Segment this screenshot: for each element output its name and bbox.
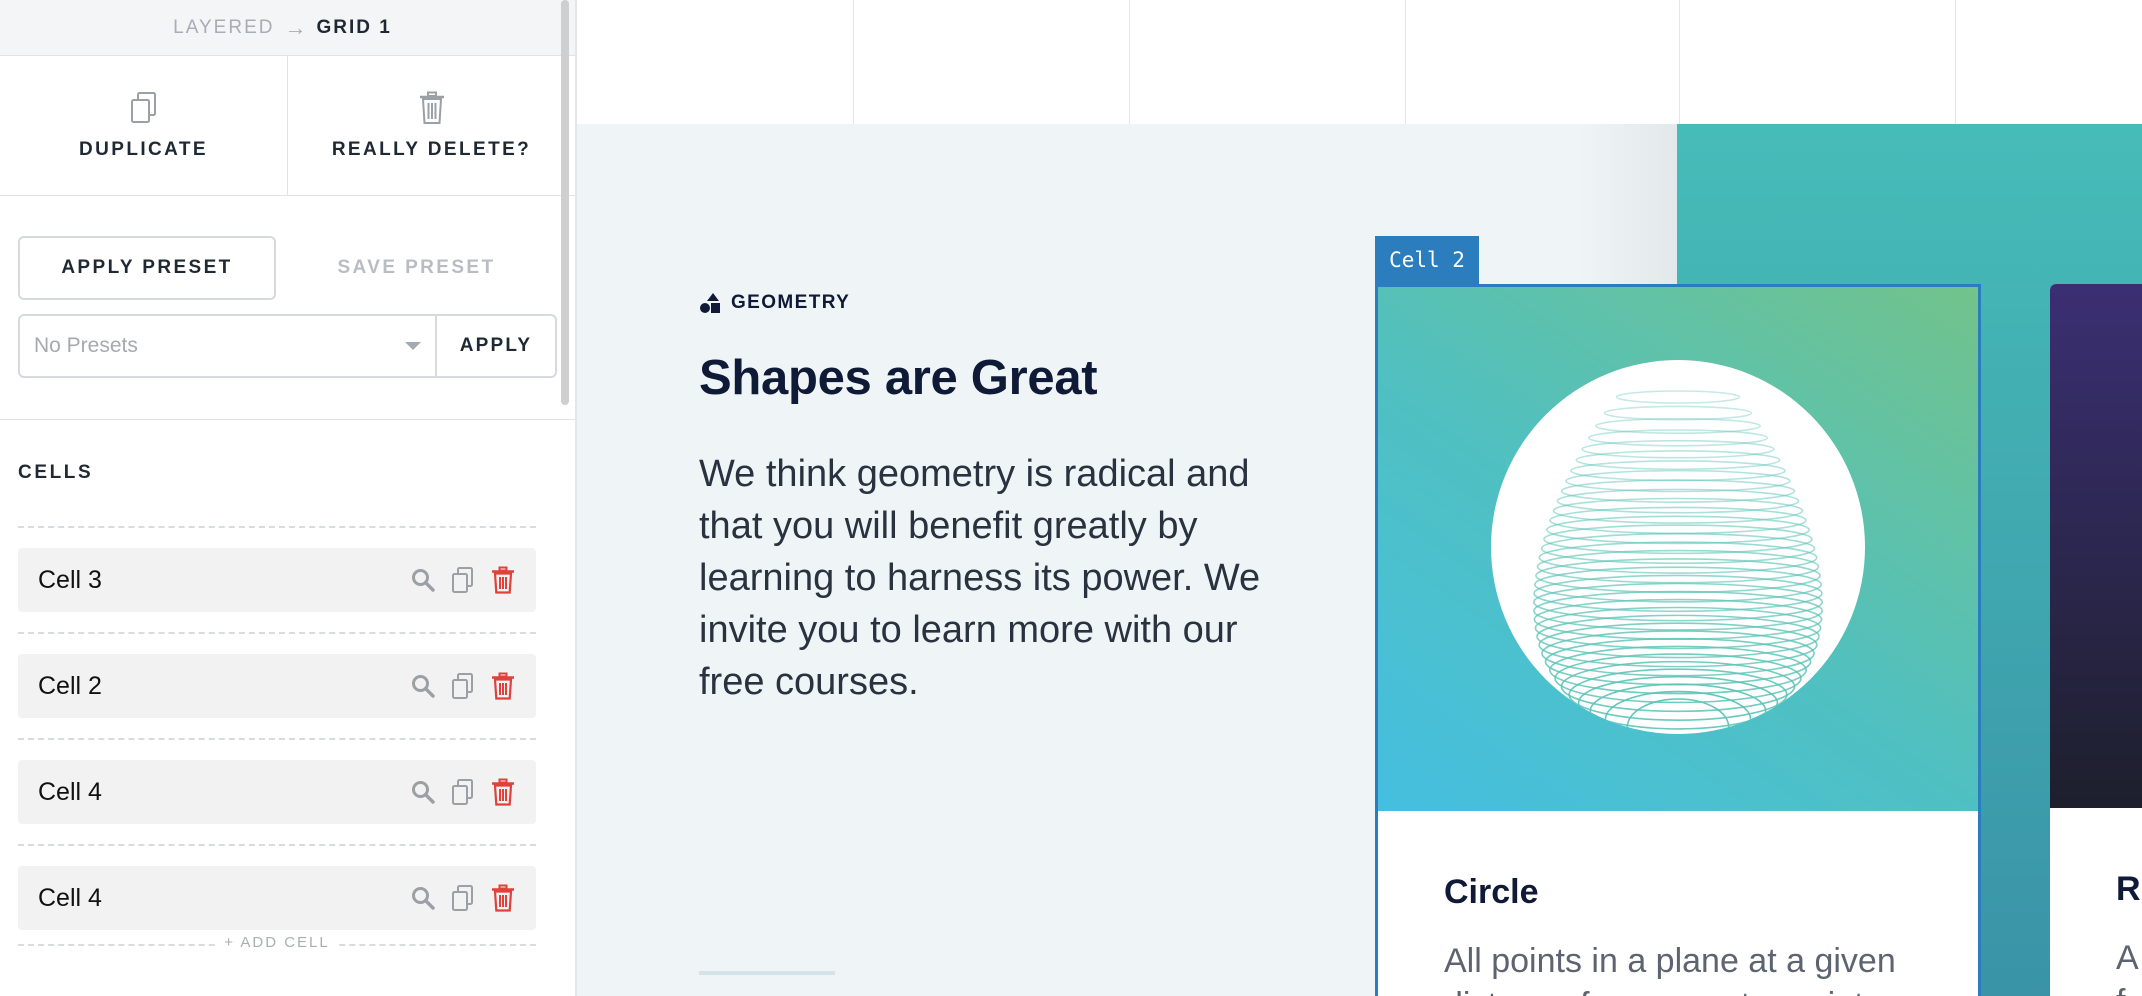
selected-cell-tag[interactable]: Cell 2 xyxy=(1375,236,1479,284)
trash-icon xyxy=(419,91,444,124)
apply-button[interactable]: APPLY xyxy=(437,316,555,376)
divider xyxy=(18,844,536,846)
shapes-icon xyxy=(700,293,720,313)
grid-guide-line xyxy=(853,0,854,124)
card-image xyxy=(1378,287,1978,811)
search-icon[interactable] xyxy=(410,778,436,806)
preset-select-group: No Presets APPLY xyxy=(18,314,557,378)
list-item[interactable]: Cell 2 xyxy=(18,654,536,718)
add-cell-row: + ADD CELL xyxy=(18,934,536,952)
card-title: Circle xyxy=(1444,873,1539,911)
cell-label: Cell 2 xyxy=(38,671,102,700)
selected-cell-card[interactable]: Circle All points in a plane at a given … xyxy=(1375,284,1981,996)
cell-label: Cell 4 xyxy=(38,883,102,912)
duplicate-icon xyxy=(130,91,156,123)
editor-sidebar: LAYERED → GRID 1 DUPLICATE REALLY DELETE… xyxy=(0,0,577,996)
duplicate-icon[interactable] xyxy=(450,672,476,700)
cell-label: Cell 3 xyxy=(38,565,102,594)
card-title: R xyxy=(2116,870,2141,908)
duplicate-icon[interactable] xyxy=(450,778,476,806)
preset-panel: APPLY PRESET SAVE PRESET No Presets APPL… xyxy=(0,196,575,420)
grid-guide-line xyxy=(1679,0,1680,124)
chevron-down-icon xyxy=(405,342,421,350)
section-body: We think geometry is radical and that yo… xyxy=(699,453,1261,703)
sidebar-scrollbar[interactable] xyxy=(561,0,569,405)
trash-icon[interactable] xyxy=(490,566,516,594)
list-item[interactable]: Cell 4 xyxy=(18,760,536,824)
trash-icon[interactable] xyxy=(490,672,516,700)
decorative-bar xyxy=(699,971,835,975)
card-description: All points in a plane at a given distanc… xyxy=(1444,942,1896,996)
list-item[interactable]: Cell 4 xyxy=(18,866,536,930)
divider xyxy=(18,526,536,528)
add-cell-label: ADD CELL xyxy=(240,934,330,951)
apply-preset-button[interactable]: APPLY PRESET xyxy=(18,236,276,300)
delete-button[interactable]: REALLY DELETE? xyxy=(287,56,575,195)
layered-grid-section[interactable]: GEOMETRY Shapes are Great We think geome… xyxy=(577,124,2142,996)
breadcrumb-separator: → xyxy=(284,14,307,40)
trash-icon[interactable] xyxy=(490,884,516,912)
breadcrumb: LAYERED → GRID 1 xyxy=(0,0,575,56)
card-image xyxy=(2050,284,2142,808)
duplicate-button[interactable]: DUPLICATE xyxy=(0,56,287,195)
breadcrumb-parent[interactable]: LAYERED xyxy=(173,17,274,39)
cell-list: Cell 3 Cell 2 Cell 4 Cell 4 xyxy=(18,526,536,950)
trash-icon[interactable] xyxy=(490,778,516,806)
delete-label: REALLY DELETE? xyxy=(331,138,532,160)
next-cell-card[interactable]: R A f xyxy=(2050,284,2142,996)
list-item[interactable]: Cell 3 xyxy=(18,548,536,612)
preset-select[interactable]: No Presets xyxy=(20,316,437,376)
search-icon[interactable] xyxy=(410,672,436,700)
grid-guide-line xyxy=(1129,0,1130,124)
save-preset-button[interactable]: SAVE PRESET xyxy=(276,236,557,300)
plus-icon: + xyxy=(224,934,236,951)
add-cell-button[interactable]: + ADD CELL xyxy=(218,934,336,951)
element-actions: DUPLICATE REALLY DELETE? xyxy=(0,56,575,196)
section-headline: Shapes are Great xyxy=(699,351,1098,405)
duplicate-icon[interactable] xyxy=(450,566,476,594)
divider xyxy=(18,738,536,740)
cells-heading: CELLS xyxy=(18,462,94,483)
duplicate-label: DUPLICATE xyxy=(79,138,208,160)
card-description: A f xyxy=(2116,939,2137,996)
search-icon[interactable] xyxy=(410,566,436,594)
sphere-illustration xyxy=(1491,360,1865,734)
eyebrow-label: GEOMETRY xyxy=(731,292,851,313)
preset-select-value: No Presets xyxy=(34,334,138,357)
eyebrow: GEOMETRY xyxy=(699,292,850,314)
breadcrumb-current: GRID 1 xyxy=(316,16,392,38)
search-icon[interactable] xyxy=(410,884,436,912)
page-canvas: GEOMETRY Shapes are Great We think geome… xyxy=(577,0,2142,996)
grid-guide-strip xyxy=(577,0,2142,124)
grid-guide-line xyxy=(1405,0,1406,124)
divider xyxy=(18,632,536,634)
cell-label: Cell 4 xyxy=(38,777,102,806)
duplicate-icon[interactable] xyxy=(450,884,476,912)
grid-guide-line xyxy=(1955,0,1956,124)
